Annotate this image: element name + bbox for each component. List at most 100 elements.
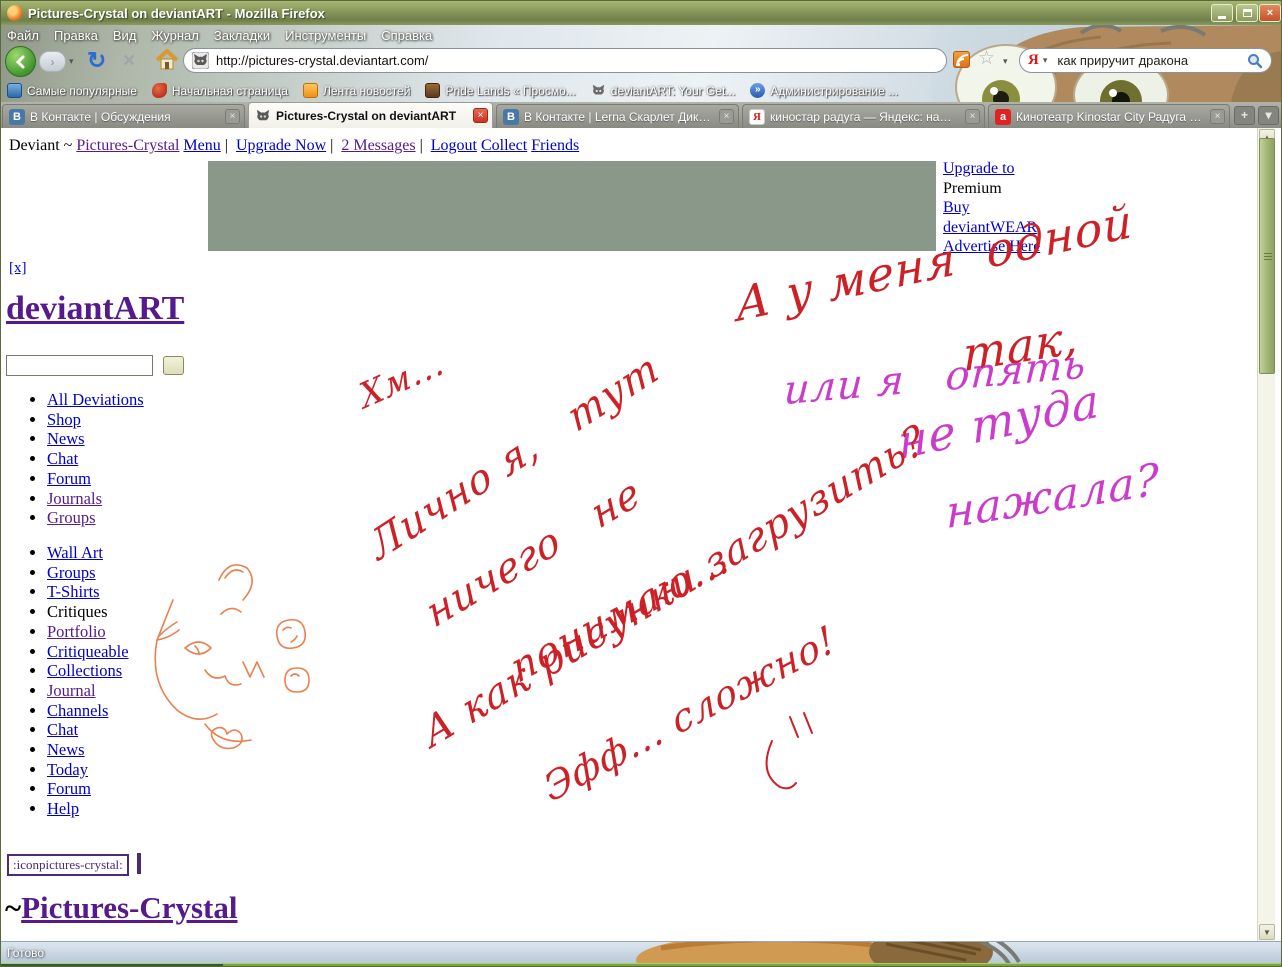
site-search-input[interactable] [6, 355, 153, 376]
nav-all-deviations[interactable]: All Deviations [47, 390, 144, 409]
scrollbar-thumb[interactable] [1259, 138, 1275, 374]
nav-channels[interactable]: Channels [47, 701, 108, 720]
search-icon[interactable] [1247, 53, 1263, 69]
reload-button[interactable]: ↻ [87, 47, 106, 74]
home-icon [155, 49, 179, 71]
menu-file[interactable]: Файл [7, 28, 39, 43]
menu-bookmarks[interactable]: Закладки [214, 28, 270, 43]
search-query[interactable]: как приручит дракона [1057, 53, 1247, 68]
bookmark-most-popular[interactable]: Самые популярные [7, 83, 137, 98]
separator: | [225, 137, 228, 154]
nav-help[interactable]: Help [47, 799, 79, 818]
nav-portfolio[interactable]: Portfolio [47, 622, 106, 641]
nav-today[interactable]: Today [47, 760, 88, 779]
messages-link[interactable]: 2 Messages [341, 137, 415, 154]
new-tab-button[interactable]: + [1234, 106, 1255, 125]
forward-button[interactable]: › [39, 51, 66, 72]
menu-link[interactable]: Menu [183, 137, 220, 154]
nav-journals[interactable]: Journals [47, 489, 102, 508]
tab-yandex-search[interactable]: Я киностар радуга — Яндекс: нашлос... × [742, 104, 985, 128]
list-item: Portfolio [47, 622, 129, 642]
tab-vk-lerna[interactable]: В В Контакте | Lerna Скарлет Дикая ... × [496, 104, 739, 128]
friends-link[interactable]: Friends [531, 137, 579, 154]
bookmark-start-page[interactable]: Начальная страница [152, 83, 288, 98]
nav-news-2[interactable]: News [47, 740, 85, 759]
nav-forum-2[interactable]: Forum [47, 779, 91, 798]
nav-forum[interactable]: Forum [47, 469, 91, 488]
tab-close-icon[interactable]: × [965, 109, 980, 124]
cat-doodle [149, 552, 324, 757]
browser-window: Pictures-Crystal on deviantART - Mozilla… [0, 0, 1282, 967]
url-bar[interactable]: http://pictures-crystal.deviantart.com/ [183, 48, 947, 73]
feed-icon [303, 83, 318, 98]
vertical-scrollbar[interactable]: ▲ ▼ [1257, 128, 1275, 941]
nav-chat-2[interactable]: Chat [47, 720, 78, 739]
bookmark-pride-lands[interactable]: Pride Lands « Просмо... [425, 83, 575, 98]
back-button[interactable] [5, 46, 36, 77]
nav-news[interactable]: News [47, 429, 85, 448]
bookmark-news-feed[interactable]: Лента новостей [303, 83, 411, 98]
scroll-down-arrow[interactable]: ▼ [1259, 924, 1275, 940]
userbar-prefix: Deviant ~ [9, 137, 72, 154]
list-item: Today [47, 760, 129, 780]
bookmark-administration[interactable]: » Администрирование ... [750, 83, 898, 98]
stop-button[interactable]: × [123, 49, 135, 73]
tab-strip: В В Контакте | Обсуждения × Pictures-Cry… [1, 102, 1282, 128]
nav-groups-2[interactable]: Groups [47, 563, 96, 582]
menu-view[interactable]: Вид [113, 28, 137, 43]
username-link[interactable]: Pictures-Crystal [76, 137, 179, 154]
tab-close-icon[interactable]: × [225, 109, 240, 124]
nav-journal[interactable]: Journal [47, 681, 96, 700]
url-text: http://pictures-crystal.deviantart.com/ [216, 53, 428, 68]
restore-button[interactable] [1236, 4, 1258, 22]
list-item: Shop [47, 410, 144, 430]
history-dropdown-icon[interactable]: ▾ [69, 56, 74, 67]
logout-link[interactable]: Logout [431, 137, 477, 154]
tab-pictures-crystal[interactable]: Pictures-Crystal on deviantART × [248, 102, 493, 128]
close-button[interactable]: × [1259, 4, 1281, 22]
tab-kinostar[interactable]: a Кинотеатр Kinostar City Радуга - Ра...… [988, 104, 1230, 128]
nav-collections[interactable]: Collections [47, 661, 122, 680]
nav-groups[interactable]: Groups [47, 508, 96, 527]
list-item: News [47, 740, 129, 760]
buy-link[interactable]: Buy [943, 199, 970, 216]
menu-tools[interactable]: Инструменты [285, 28, 366, 43]
tab-close-icon[interactable]: × [1210, 109, 1225, 124]
search-engine-icon[interactable]: Я [1028, 52, 1039, 69]
start-page-icon [152, 83, 167, 98]
menu-help[interactable]: Справка [381, 28, 432, 43]
bookmark-deviantart[interactable]: deviantART: Your Get... [591, 83, 736, 98]
deviantart-logo-link[interactable]: deviantART [6, 290, 184, 328]
handwriting-red-3: Хм... [355, 342, 448, 417]
collect-link[interactable]: Collect [481, 137, 527, 154]
close-ad-link[interactable]: [x] [9, 260, 27, 277]
bookmark-star-icon[interactable]: ☆ [978, 47, 995, 70]
menu-edit[interactable]: Правка [54, 28, 98, 43]
upgrade-to-link[interactable]: Upgrade to [943, 160, 1015, 177]
ad-placeholder [208, 161, 936, 251]
menu-history[interactable]: Журнал [151, 28, 198, 43]
search-engine-dropdown-icon[interactable]: ▾ [1043, 55, 1048, 66]
search-bar[interactable]: Я ▾ как приручит дракона [1019, 48, 1272, 73]
nav-critiques: Critiques [47, 602, 108, 621]
list-all-tabs-button[interactable]: ▾ [1258, 106, 1279, 125]
site-search-button[interactable] [163, 356, 184, 375]
list-item: Channels [47, 701, 129, 721]
rss-icon[interactable] [953, 51, 970, 68]
tab-vk-discussions[interactable]: В В Контакте | Обсуждения × [2, 104, 245, 128]
title-bar: Pictures-Crystal on deviantART - Mozilla… [1, 1, 1282, 25]
tab-close-icon[interactable]: × [719, 109, 734, 124]
minimize-button[interactable] [1211, 4, 1233, 22]
urlbar-dropdown-icon[interactable]: ▾ [1003, 56, 1008, 67]
nav-chat[interactable]: Chat [47, 449, 78, 468]
tab-close-icon[interactable]: × [473, 108, 488, 123]
profile-name-link[interactable]: Pictures-Crystal [21, 890, 237, 925]
nav-critiqueable[interactable]: Critiqueable [47, 642, 129, 661]
nav-shop[interactable]: Shop [47, 410, 81, 429]
nav-wall-art[interactable]: Wall Art [47, 543, 103, 562]
most-popular-icon [7, 83, 22, 98]
home-button[interactable] [155, 49, 179, 76]
upgrade-now-link[interactable]: Upgrade Now [236, 137, 326, 154]
list-item: Journals [47, 489, 144, 509]
nav-tshirts[interactable]: T-Shirts [47, 582, 100, 601]
